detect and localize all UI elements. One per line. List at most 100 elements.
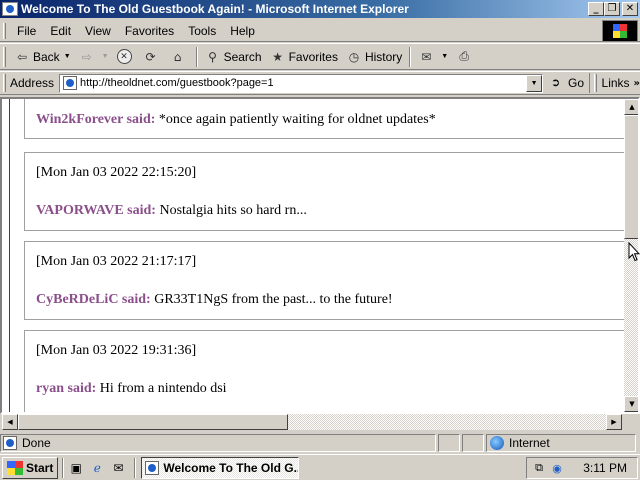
address-bar: Address http://theoldnet.com/guestbook?p… [0,71,640,95]
status-panel [462,434,484,452]
go-label: Go [568,76,585,90]
horizontal-scroll-thumb[interactable] [18,414,288,430]
windows-flag-icon [7,460,23,475]
print-button[interactable]: ⎙ [452,46,479,68]
entry-message: *once again patiently waiting for oldnet… [158,112,436,127]
chevron-right-icon: » [633,77,640,89]
page-icon [63,76,78,90]
address-dropdown-icon[interactable]: ▼ [526,74,543,92]
start-label: Start [26,460,54,475]
address-grip[interactable] [3,74,6,92]
ie-page-icon [145,460,160,475]
menu-tools[interactable]: Tools [181,24,223,38]
taskbar-separator [134,457,137,478]
show-desktop-icon[interactable]: ▣ [67,459,85,477]
menu-help[interactable]: Help [223,24,262,38]
menu-grip[interactable] [3,22,6,39]
scroll-up-button[interactable]: ▲ [624,99,638,115]
favorites-button[interactable]: ★ Favorites [266,46,342,68]
forward-arrow-icon: ⇨ [81,49,92,64]
entry-timestamp: [Mon Jan 03 2022 22:15:20] [36,165,197,180]
outlook-express-icon[interactable]: ✉ [109,459,127,477]
forward-dropdown-icon[interactable]: ▼ [102,53,109,60]
minimize-button[interactable]: _ [588,2,604,16]
task-label: Welcome To The Old G... [163,460,300,475]
menu-file[interactable]: File [10,24,43,38]
address-field[interactable]: http://theoldnet.com/guestbook?page=1 ▼ [59,73,544,93]
status-bar: Done Internet [0,433,640,453]
search-button[interactable]: ⚲ Search [201,46,266,68]
menu-favorites[interactable]: Favorites [118,24,181,38]
entry-line: CyBeRDeLiC said: GR33T1NgS from the past… [36,292,393,308]
stop-button[interactable]: ✕ [113,46,139,68]
back-arrow-icon: ⇦ [16,49,28,64]
taskbar-window-button[interactable]: Welcome To The Old G... [141,456,300,479]
status-text: Done [22,436,51,450]
tray-clock[interactable]: 3:11 PM [583,461,627,475]
entry-line: ryan said: Hi from a nintendo dsi [36,381,227,397]
title-bar[interactable]: Welcome To The Old Guestbook Again! - Mi… [0,0,640,18]
home-button[interactable]: ⌂ [166,46,193,68]
go-arrow-icon: ➲ [551,76,561,89]
back-dropdown-icon[interactable]: ▼ [64,53,71,60]
system-tray: ⧉ ◉ 3:11 PM [526,457,638,479]
mail-icon: ✉ [421,49,432,64]
back-button[interactable]: ⇦ Back ▼ [10,46,75,68]
close-button[interactable]: ✕ [622,2,638,16]
back-label: Back [33,49,60,64]
guestbook-entry: [Mon Jan 03 2022 21:17:17] CyBeRDeLiC sa… [24,241,624,320]
start-button[interactable]: Start [2,456,59,479]
search-label: Search [223,49,262,64]
address-url[interactable]: http://theoldnet.com/guestbook?page=1 [80,77,274,89]
restore-button[interactable]: ❐ [604,2,620,16]
links-button[interactable]: Links » [588,73,640,93]
links-label: Links [601,76,630,90]
entry-message: Nostalgia hits so hard rn... [159,203,307,218]
home-icon: ⌂ [173,49,182,64]
favorites-label: Favorites [288,49,338,64]
favorites-icon: ★ [272,49,283,64]
internet-globe-icon [490,436,504,450]
go-button[interactable]: ➲ Go [551,76,584,90]
history-icon: ◷ [348,49,360,64]
ie-page-icon[interactable] [2,2,18,16]
window-title: Welcome To The Old Guestbook Again! - Mi… [21,2,409,16]
menu-edit[interactable]: Edit [43,24,78,38]
standard-toolbar: ⇦ Back ▼ ⇨ ▼ ✕ ⟳ ⌂ ⚲ Search ★ Favorites … [0,43,640,70]
scroll-right-button[interactable]: ▶ [606,414,622,430]
guestbook-entry: [Mon Jan 03 2022 19:31:36] ryan said: Hi… [24,330,624,412]
mail-dropdown-icon[interactable]: ▼ [441,53,448,60]
status-panel [438,434,460,452]
entry-message: Hi from a nintendo dsi [99,381,227,396]
status-main-panel: Done [0,434,436,452]
internet-explorer-icon[interactable]: ℯ [88,459,106,477]
forward-button[interactable]: ⇨ ▼ [75,46,113,68]
security-zone-panel[interactable]: Internet [486,434,636,452]
history-button[interactable]: ◷ History [342,46,406,68]
taskbar-separator [62,457,65,478]
network-icon[interactable]: ⧉ [531,460,547,476]
toolbar-grip[interactable] [3,46,6,67]
entry-author: CyBeRDeLiC said: [36,292,151,307]
zone-label: Internet [509,436,550,450]
refresh-icon: ⟳ [145,49,156,64]
menu-view[interactable]: View [78,24,118,38]
entry-message: GR33T1NgS from the past... to the future… [154,292,393,307]
scrollbar-corner [622,414,638,430]
window-controls: _ ❐ ✕ [588,2,638,16]
links-grip[interactable] [593,74,597,92]
vertical-scroll-thumb[interactable] [624,115,638,239]
scroll-left-button[interactable]: ◀ [2,414,18,430]
volume-icon[interactable]: ◉ [549,460,565,476]
mail-button[interactable]: ✉ ▼ [414,46,452,68]
page-done-icon [3,436,17,450]
windows-logo-icon [602,20,638,42]
guestbook-page: Win2kForever said: *once again patiently… [2,99,624,412]
entry-author: ryan said: [36,381,97,396]
scroll-down-button[interactable]: ▼ [624,396,638,412]
history-label: History [364,49,403,64]
refresh-button[interactable]: ⟳ [139,46,166,68]
toolbar-separator [409,46,412,67]
guestbook-entry: [Mon Jan 03 2022 22:15:20] VAPORWAVE sai… [24,152,624,231]
horizontal-scrollbar[interactable]: ◀ ▶ [2,414,622,430]
